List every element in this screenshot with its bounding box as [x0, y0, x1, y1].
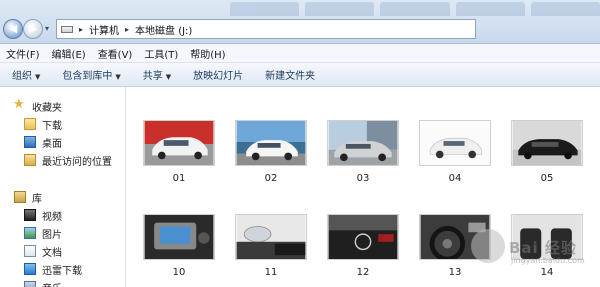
file-thumbnail-12[interactable] — [327, 214, 399, 260]
watermark-text: Bai 经验 — [509, 239, 577, 257]
nav-item-label: 视频 — [42, 211, 62, 223]
slideshow-button[interactable]: 放映幻灯片 — [193, 67, 243, 82]
share-label: 共享 — [142, 71, 163, 82]
rear-logo-thumbnail — [328, 215, 398, 259]
nav-item-pictures[interactable]: 图片 — [24, 224, 62, 242]
organize-label: 组织 — [12, 71, 32, 82]
chevron-down-icon: ▼ — [165, 73, 172, 81]
file-thumbnail-01[interactable] — [143, 120, 215, 166]
white-car-thumbnail — [144, 121, 214, 165]
nav-libraries[interactable]: 库 — [14, 188, 42, 206]
file-thumbnail-02[interactable] — [235, 120, 307, 166]
chevron-right-icon[interactable]: ▸ — [79, 25, 83, 34]
nav-item-recent-places[interactable]: 最近访问的位置 — [24, 151, 112, 169]
dashboard-thumbnail — [144, 215, 214, 259]
breadcrumb-computer[interactable]: 计算机 — [89, 22, 119, 37]
file-thumbnail-05[interactable] — [511, 120, 583, 166]
recent-places-icon — [24, 154, 36, 166]
back-button[interactable]: ◀ — [3, 19, 23, 39]
picture-library-icon — [24, 227, 36, 239]
chevron-down-icon: ▼ — [35, 73, 41, 81]
address-path[interactable]: ▸ 计算机 ▸ 本地磁盘 (J:) — [56, 19, 476, 39]
recent-pages-dropdown-icon[interactable]: ▾ — [45, 24, 54, 34]
nav-item-label: 图片 — [42, 229, 62, 241]
folder-icon — [24, 118, 36, 130]
nav-item-label: 文档 — [42, 247, 62, 259]
organize-button[interactable]: 组织 ▼ — [12, 67, 40, 82]
star-icon — [13, 97, 26, 112]
new-folder-button[interactable]: 新建文件夹 — [265, 67, 315, 82]
nav-favorites-label: 收藏夹 — [32, 102, 62, 114]
white-car-studio-thumbnail — [420, 121, 490, 165]
drive-icon — [61, 25, 73, 33]
file-name[interactable]: 03 — [327, 173, 399, 184]
document-library-icon — [24, 245, 36, 257]
video-library-icon — [24, 209, 36, 221]
black-car-thumbnail — [512, 121, 582, 165]
headlight-thumbnail — [236, 215, 306, 259]
baidu-jingyan-watermark: Bai 经验 jingyan.baidu.com — [465, 225, 595, 271]
silver-car-thumbnail — [328, 121, 398, 165]
file-thumbnail-10[interactable] — [143, 214, 215, 260]
file-name[interactable]: 02 — [235, 173, 307, 184]
file-thumbnail-04[interactable] — [419, 120, 491, 166]
nav-libraries-label: 库 — [32, 193, 42, 205]
nav-item-label: 下载 — [42, 120, 62, 132]
file-name[interactable]: 01 — [143, 173, 215, 184]
music-library-icon — [24, 281, 36, 287]
menu-bar: 文件(F) 编辑(E) 查看(V) 工具(T) 帮助(H) — [0, 44, 600, 63]
desktop-icon — [24, 136, 36, 148]
nav-item-downloads[interactable]: 下载 — [24, 115, 62, 133]
file-name[interactable]: 05 — [511, 173, 583, 184]
library-icon — [14, 191, 26, 203]
command-bar: 组织 ▼ 包含到库中 ▼ 共享 ▼ 放映幻灯片 新建文件夹 — [0, 63, 600, 87]
browser-tabs-background — [230, 2, 600, 16]
file-name[interactable]: 12 — [327, 267, 399, 278]
include-in-library-button[interactable]: 包含到库中 ▼ — [62, 67, 120, 82]
white-car-coast-thumbnail — [236, 121, 306, 165]
thunder-download-icon — [24, 263, 36, 275]
nav-favorites[interactable]: 收藏夹 — [13, 97, 62, 115]
watermark-subtext: jingyan.baidu.com — [511, 256, 585, 265]
nav-item-label: 音乐 — [42, 280, 62, 287]
nav-item-music[interactable]: 音乐 — [24, 278, 62, 287]
address-toolbar: ◀ ▶ ▾ ▸ 计算机 ▸ 本地磁盘 (J:) — [0, 0, 600, 44]
menu-help[interactable]: 帮助(H) — [190, 46, 225, 61]
chevron-down-icon: ▼ — [115, 73, 121, 81]
menu-edit[interactable]: 编辑(E) — [52, 46, 86, 61]
file-name[interactable]: 10 — [143, 267, 215, 278]
nav-item-label: 桌面 — [42, 138, 62, 150]
file-thumbnail-11[interactable] — [235, 214, 307, 260]
menu-tools[interactable]: 工具(T) — [144, 46, 178, 61]
nav-item-videos[interactable]: 视频 — [24, 206, 62, 224]
nav-item-documents[interactable]: 文档 — [24, 242, 62, 260]
file-name[interactable]: 11 — [235, 267, 307, 278]
menu-view[interactable]: 查看(V) — [98, 46, 133, 61]
file-name[interactable]: 04 — [419, 173, 491, 184]
nav-item-label: 迅雷下载 — [42, 265, 82, 277]
breadcrumb-drive-j[interactable]: 本地磁盘 (J:) — [135, 22, 192, 37]
share-button[interactable]: 共享 ▼ — [143, 67, 171, 82]
file-thumbnail-03[interactable] — [327, 120, 399, 166]
nav-item-desktop[interactable]: 桌面 — [24, 133, 62, 151]
forward-button[interactable]: ▶ — [23, 19, 43, 39]
nav-item-label: 最近访问的位置 — [42, 156, 112, 168]
chevron-right-icon[interactable]: ▸ — [125, 25, 129, 34]
navigation-pane: 收藏夹 下载 桌面 最近访问的位置 库 视频 图片 文档 迅雷下载 音乐 — [0, 87, 126, 287]
nav-item-thunder-downloads[interactable]: 迅雷下载 — [24, 260, 82, 278]
menu-file[interactable]: 文件(F) — [6, 46, 40, 61]
include-in-library-label: 包含到库中 — [62, 71, 113, 82]
paw-logo-icon — [471, 229, 505, 263]
